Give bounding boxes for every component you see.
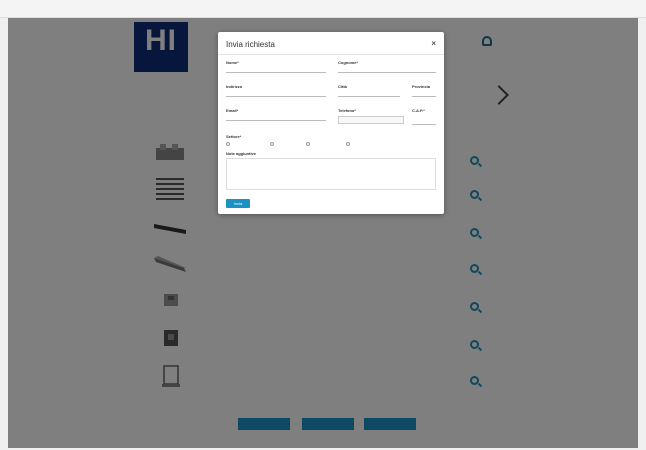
indirizzo-input[interactable] (226, 96, 326, 97)
telefono-select[interactable] (338, 116, 404, 124)
settore-label: Settore* (226, 134, 242, 139)
settore-radio-0[interactable] (226, 142, 230, 146)
nome-label: Nome* (226, 60, 239, 65)
provincia-label: Provincia (412, 84, 431, 89)
email-input[interactable] (226, 120, 326, 121)
telefono-label: Telefono* (338, 108, 356, 113)
note-label: Note aggiuntive (226, 151, 257, 156)
indirizzo-label: Indirizzo (226, 84, 243, 89)
cognome-input[interactable] (338, 72, 436, 73)
nome-input[interactable] (226, 72, 326, 73)
send-button[interactable]: Invia (226, 199, 250, 208)
settore-radio-3[interactable] (346, 142, 350, 146)
settore-radio-2[interactable] (306, 142, 310, 146)
modal-divider (218, 54, 444, 55)
settore-radio-1[interactable] (270, 142, 274, 146)
close-icon[interactable]: × (431, 39, 436, 48)
cap-input[interactable] (412, 124, 436, 125)
browser-chrome (0, 0, 646, 18)
modal-title: Invia richiesta (226, 40, 275, 49)
request-modal: Invia richiesta × Nome* Cognome* Indiriz… (218, 32, 444, 214)
cognome-label: Cognome* (338, 60, 358, 65)
cap-label: C.A.P.* (412, 108, 425, 113)
provincia-input[interactable] (412, 96, 436, 97)
page-viewport: HI (8, 18, 638, 448)
citta-input[interactable] (338, 96, 400, 97)
note-textarea[interactable] (226, 158, 436, 190)
citta-label: Città (338, 84, 347, 89)
email-label: Email* (226, 108, 239, 113)
